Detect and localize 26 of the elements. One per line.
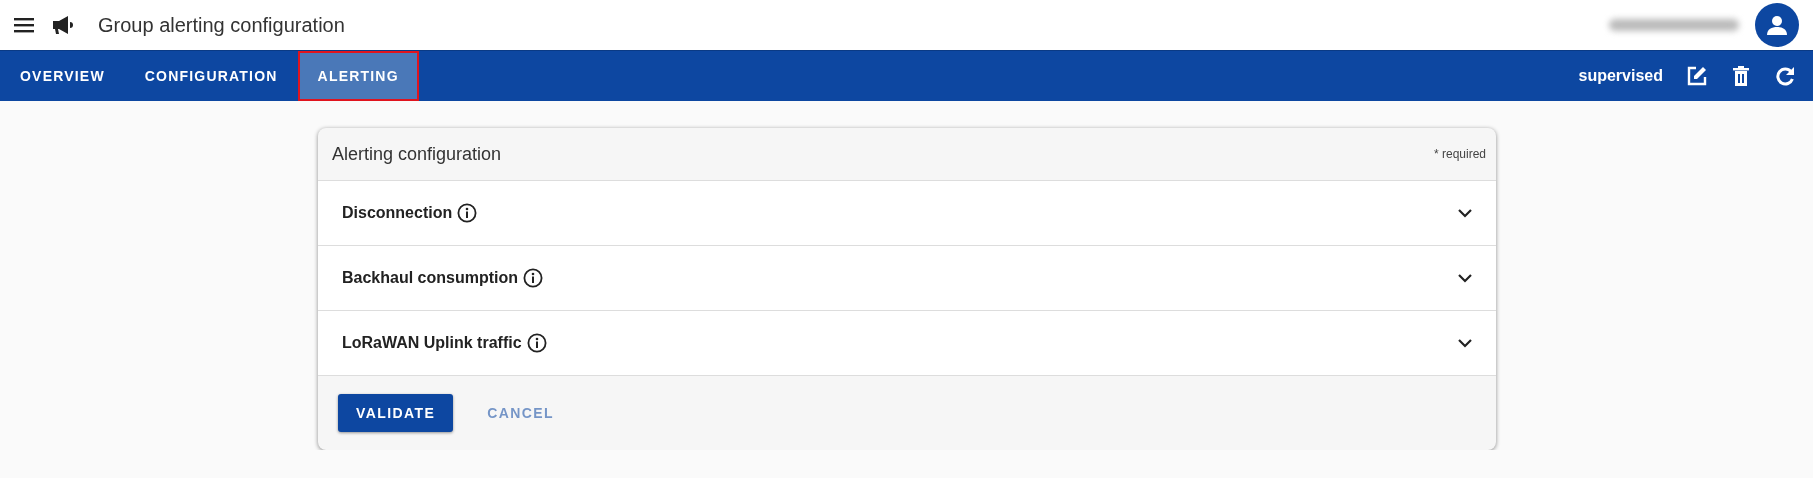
refresh-icon[interactable] [1775,66,1795,86]
nav-tab[interactable]: OVERVIEW [0,51,125,101]
card-title: Alerting configuration [332,143,502,165]
edit-icon[interactable] [1687,66,1707,86]
nav-tab[interactable]: CONFIGURATION [124,51,298,101]
trash-icon[interactable] [1733,66,1749,86]
chevron-down-icon[interactable] [1458,338,1472,348]
section-label: Backhaul consumption [342,269,519,287]
menu-icon[interactable] [14,17,34,33]
nav-tab[interactable]: ALERTING [297,51,419,101]
chevron-down-icon[interactable] [1458,208,1472,218]
accordion-row[interactable]: LoRaWAN Uplink traffic [318,311,1496,376]
section-label: Disconnection [342,204,453,222]
section-label: LoRaWAN Uplink traffic [342,334,522,352]
validate-button[interactable]: VALIDATE [338,394,454,432]
page-title: Group alerting configuration [98,13,345,37]
accordion-row[interactable]: Disconnection [318,181,1496,246]
info-icon[interactable] [457,203,478,223]
chevron-down-icon[interactable] [1458,273,1472,283]
info-icon[interactable] [526,333,547,353]
status-label: supervised [1578,67,1663,85]
required-note: * required [1433,147,1486,161]
accordion-row[interactable]: Backhaul consumption [318,246,1496,311]
megaphone-icon [52,16,74,34]
avatar[interactable] [1755,3,1799,47]
info-icon[interactable] [523,268,544,288]
